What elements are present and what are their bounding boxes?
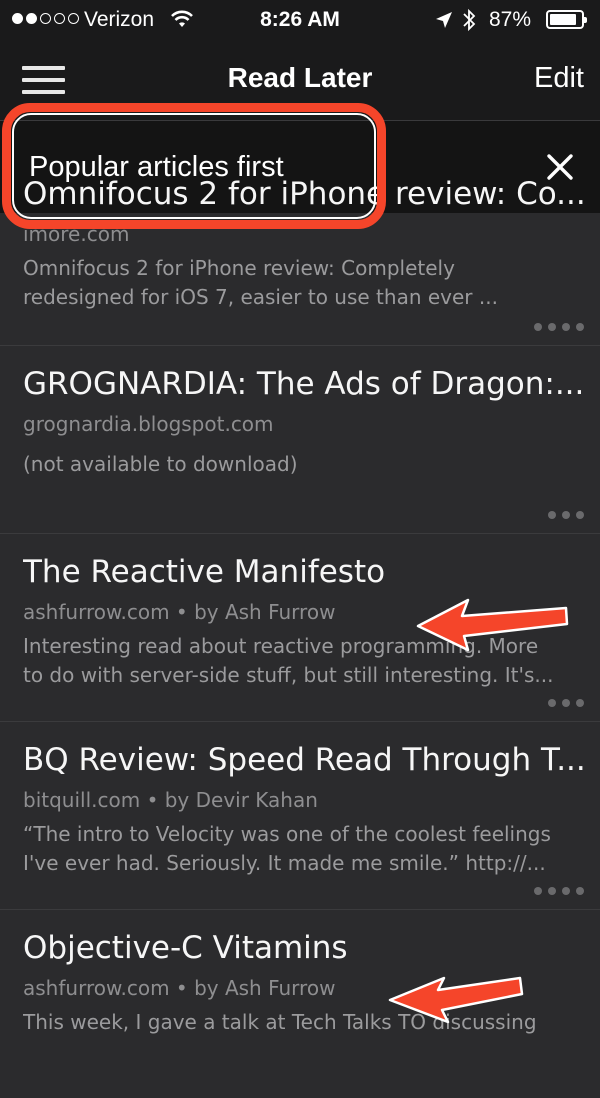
nav-bar: Read Later Edit (0, 40, 600, 121)
more-dots-icon[interactable] (548, 511, 584, 519)
excerpt-line: to do with server-side stuff, but still … (23, 663, 554, 687)
page-title: Read Later (227, 62, 373, 93)
article-excerpt: Interesting read about reactive programm… (23, 632, 571, 690)
article-excerpt: “The intro to Velocity was one of the co… (23, 820, 571, 878)
excerpt-line: I've ever had. Seriously. It made me smi… (23, 851, 546, 875)
article-title: BQ Review: Speed Read Through T... (23, 742, 583, 778)
excerpt-line: (not available to download) (23, 452, 298, 476)
more-dots-icon[interactable] (534, 887, 584, 895)
bluetooth-icon (463, 8, 476, 32)
excerpt-line: Omnifocus 2 for iPhone review: Completel… (23, 256, 455, 280)
article-excerpt: (not available to download) (23, 450, 571, 479)
battery-percentage: 87% (489, 8, 532, 31)
excerpt-line: Interesting read about reactive programm… (23, 634, 539, 658)
article-item[interactable]: GROGNARDIA: The Ads of Dragon:... grogna… (0, 346, 600, 534)
article-title: The Reactive Manifesto (23, 554, 386, 590)
more-dots-icon[interactable] (534, 323, 584, 331)
article-title: Objective-C Vitamins (23, 930, 348, 966)
more-dots-icon[interactable] (548, 699, 584, 707)
article-title: Omnifocus 2 for iPhone review: Co... (23, 176, 583, 212)
excerpt-line: This week, I gave a talk at Tech Talks T… (23, 1010, 537, 1034)
article-excerpt: This week, I gave a talk at Tech Talks T… (23, 1008, 571, 1037)
article-list: Omnifocus 2 for iPhone review: Co... imo… (0, 176, 600, 1098)
article-item[interactable]: Omnifocus 2 for iPhone review: Co... imo… (0, 156, 600, 346)
article-title: GROGNARDIA: The Ads of Dragon:... (23, 366, 583, 402)
article-excerpt: Omnifocus 2 for iPhone review: Completel… (23, 254, 571, 312)
article-item[interactable]: Objective-C Vitamins ashfurrow.com • by … (0, 910, 600, 1098)
article-source: ashfurrow.com • by Ash Furrow (23, 976, 336, 1000)
edit-button[interactable]: Edit (534, 62, 584, 95)
excerpt-line: “The intro to Velocity was one of the co… (23, 822, 551, 846)
excerpt-line: redesigned for iOS 7, easier to use than… (23, 285, 498, 309)
article-source: imore.com (23, 222, 130, 246)
article-item[interactable]: The Reactive Manifesto ashfurrow.com • b… (0, 534, 600, 722)
article-source: bitquill.com • by Devir Kahan (23, 788, 318, 812)
status-bar: Verizon 8:26 AM 87% (0, 0, 600, 40)
article-source: grognardia.blogspot.com (23, 412, 274, 436)
article-source: ashfurrow.com • by Ash Furrow (23, 600, 336, 624)
article-item[interactable]: BQ Review: Speed Read Through T... bitqu… (0, 722, 600, 910)
battery-icon (546, 10, 587, 29)
location-icon (436, 12, 452, 28)
